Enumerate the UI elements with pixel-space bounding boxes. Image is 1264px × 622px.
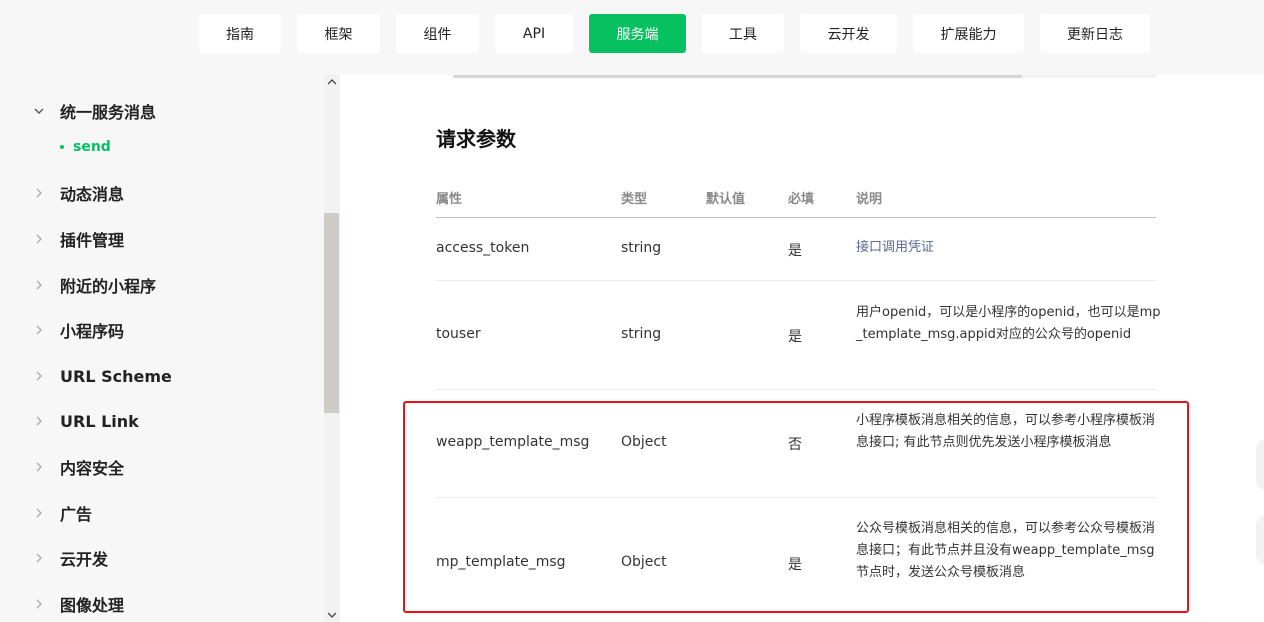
column-header-property: 属性 <box>436 192 463 207</box>
chevron-right-icon <box>34 325 44 335</box>
column-header-default: 默认值 <box>706 192 746 207</box>
section-title: 请求参数 <box>436 127 516 151</box>
sidebar-item-label: 附近的小程序 <box>60 277 157 296</box>
nav-tab-changelog[interactable]: 更新日志 <box>1040 14 1150 53</box>
sidebar-item-label: 云开发 <box>60 550 109 569</box>
sidebar-item-plugin-management[interactable]: 插件管理 <box>0 224 320 254</box>
column-header-description: 说明 <box>856 192 883 207</box>
column-header-required: 必填 <box>788 192 815 207</box>
sidebar-item-url-link[interactable]: URL Link <box>0 406 320 436</box>
sidebar-item-label: 图像处理 <box>60 596 125 615</box>
sidebar-item-label: 动态消息 <box>60 185 125 204</box>
cell-required: 是 <box>788 329 802 345</box>
sidebar-item-label: 内容安全 <box>60 459 125 478</box>
sidebar-item-cloud-dev[interactable]: 云开发 <box>0 543 320 573</box>
nav-tab-api[interactable]: API <box>495 14 573 53</box>
nav-tab-guide[interactable]: 指南 <box>199 14 281 53</box>
floating-side-button[interactable] <box>1256 440 1264 490</box>
floating-side-button[interactable] <box>1256 515 1264 565</box>
nav-tab-cloud-dev[interactable]: 云开发 <box>800 14 897 53</box>
chevron-right-icon <box>34 280 44 290</box>
sidebar-item-dynamic-message[interactable]: 动态消息 <box>0 178 320 208</box>
sidebar-item-unified-service-message[interactable]: 统一服务消息 <box>0 96 320 126</box>
nav-tab-framework[interactable]: 框架 <box>297 14 380 53</box>
horizontal-scrollbar-thumb[interactable] <box>453 75 1022 78</box>
chevron-right-icon <box>34 553 44 563</box>
sidebar-item-image-processing[interactable]: 图像处理 <box>0 589 320 619</box>
sidebar-item-label: 插件管理 <box>60 231 125 250</box>
table-header-divider <box>436 217 1156 218</box>
cell-required: 是 <box>788 243 802 259</box>
nav-tab-components[interactable]: 组件 <box>396 14 479 53</box>
scrollbar-thumb[interactable] <box>324 213 339 413</box>
chevron-down-icon <box>34 106 44 116</box>
top-nav: 指南 框架 组件 API 服务端 工具 云开发 扩展能力 更新日志 <box>0 0 1264 75</box>
cell-property: access_token <box>436 240 530 256</box>
sidebar-item-label: URL Link <box>60 411 139 431</box>
cell-property: touser <box>436 326 481 342</box>
sidebar-item-content-security[interactable]: 内容安全 <box>0 452 320 482</box>
chevron-right-icon <box>34 599 44 609</box>
sidebar-subitem-send[interactable]: send <box>60 137 111 157</box>
row-divider <box>436 389 1156 390</box>
sidebar: 统一服务消息 send 动态消息 插件管理 附近的小程序 小程序码 URL Sc… <box>0 75 340 622</box>
chevron-right-icon <box>34 234 44 244</box>
chevron-right-icon <box>34 371 44 381</box>
cell-type: string <box>621 240 662 256</box>
sidebar-item-ads[interactable]: 广告 <box>0 498 320 528</box>
row-divider <box>436 280 1156 281</box>
sidebar-item-label: 广告 <box>60 505 93 524</box>
sidebar-item-label: URL Scheme <box>60 366 172 386</box>
cell-type: string <box>621 326 662 342</box>
cell-description-link[interactable]: 接口调用凭证 <box>856 237 1161 259</box>
sidebar-scrollbar[interactable] <box>324 75 340 622</box>
sidebar-item-label: 统一服务消息 <box>60 103 157 122</box>
cell-description: 用户openid，可以是小程序的openid，也可以是mp_template_m… <box>856 305 1161 342</box>
chevron-right-icon <box>34 462 44 472</box>
scroll-down-arrow-icon[interactable] <box>324 608 340 622</box>
sidebar-subitem-label: send <box>73 139 111 155</box>
chevron-right-icon <box>34 416 44 426</box>
sidebar-item-url-scheme[interactable]: URL Scheme <box>0 361 320 391</box>
sidebar-item-miniprogram-code[interactable]: 小程序码 <box>0 315 320 345</box>
main-content: 请求参数 属性 类型 默认值 必填 说明 access_token string… <box>340 75 1264 622</box>
nav-tab-server[interactable]: 服务端 <box>589 14 686 53</box>
column-header-type: 类型 <box>621 192 648 207</box>
chevron-right-icon <box>34 188 44 198</box>
sidebar-item-nearby-miniprogram[interactable]: 附近的小程序 <box>0 270 320 300</box>
nav-tab-tools[interactable]: 工具 <box>702 14 784 53</box>
highlight-box <box>403 401 1189 613</box>
sidebar-item-label: 小程序码 <box>60 322 125 341</box>
bullet-dot-icon <box>60 145 64 149</box>
nav-tab-extensions[interactable]: 扩展能力 <box>913 14 1024 53</box>
chevron-right-icon <box>34 508 44 518</box>
scroll-up-arrow-icon[interactable] <box>324 75 340 89</box>
